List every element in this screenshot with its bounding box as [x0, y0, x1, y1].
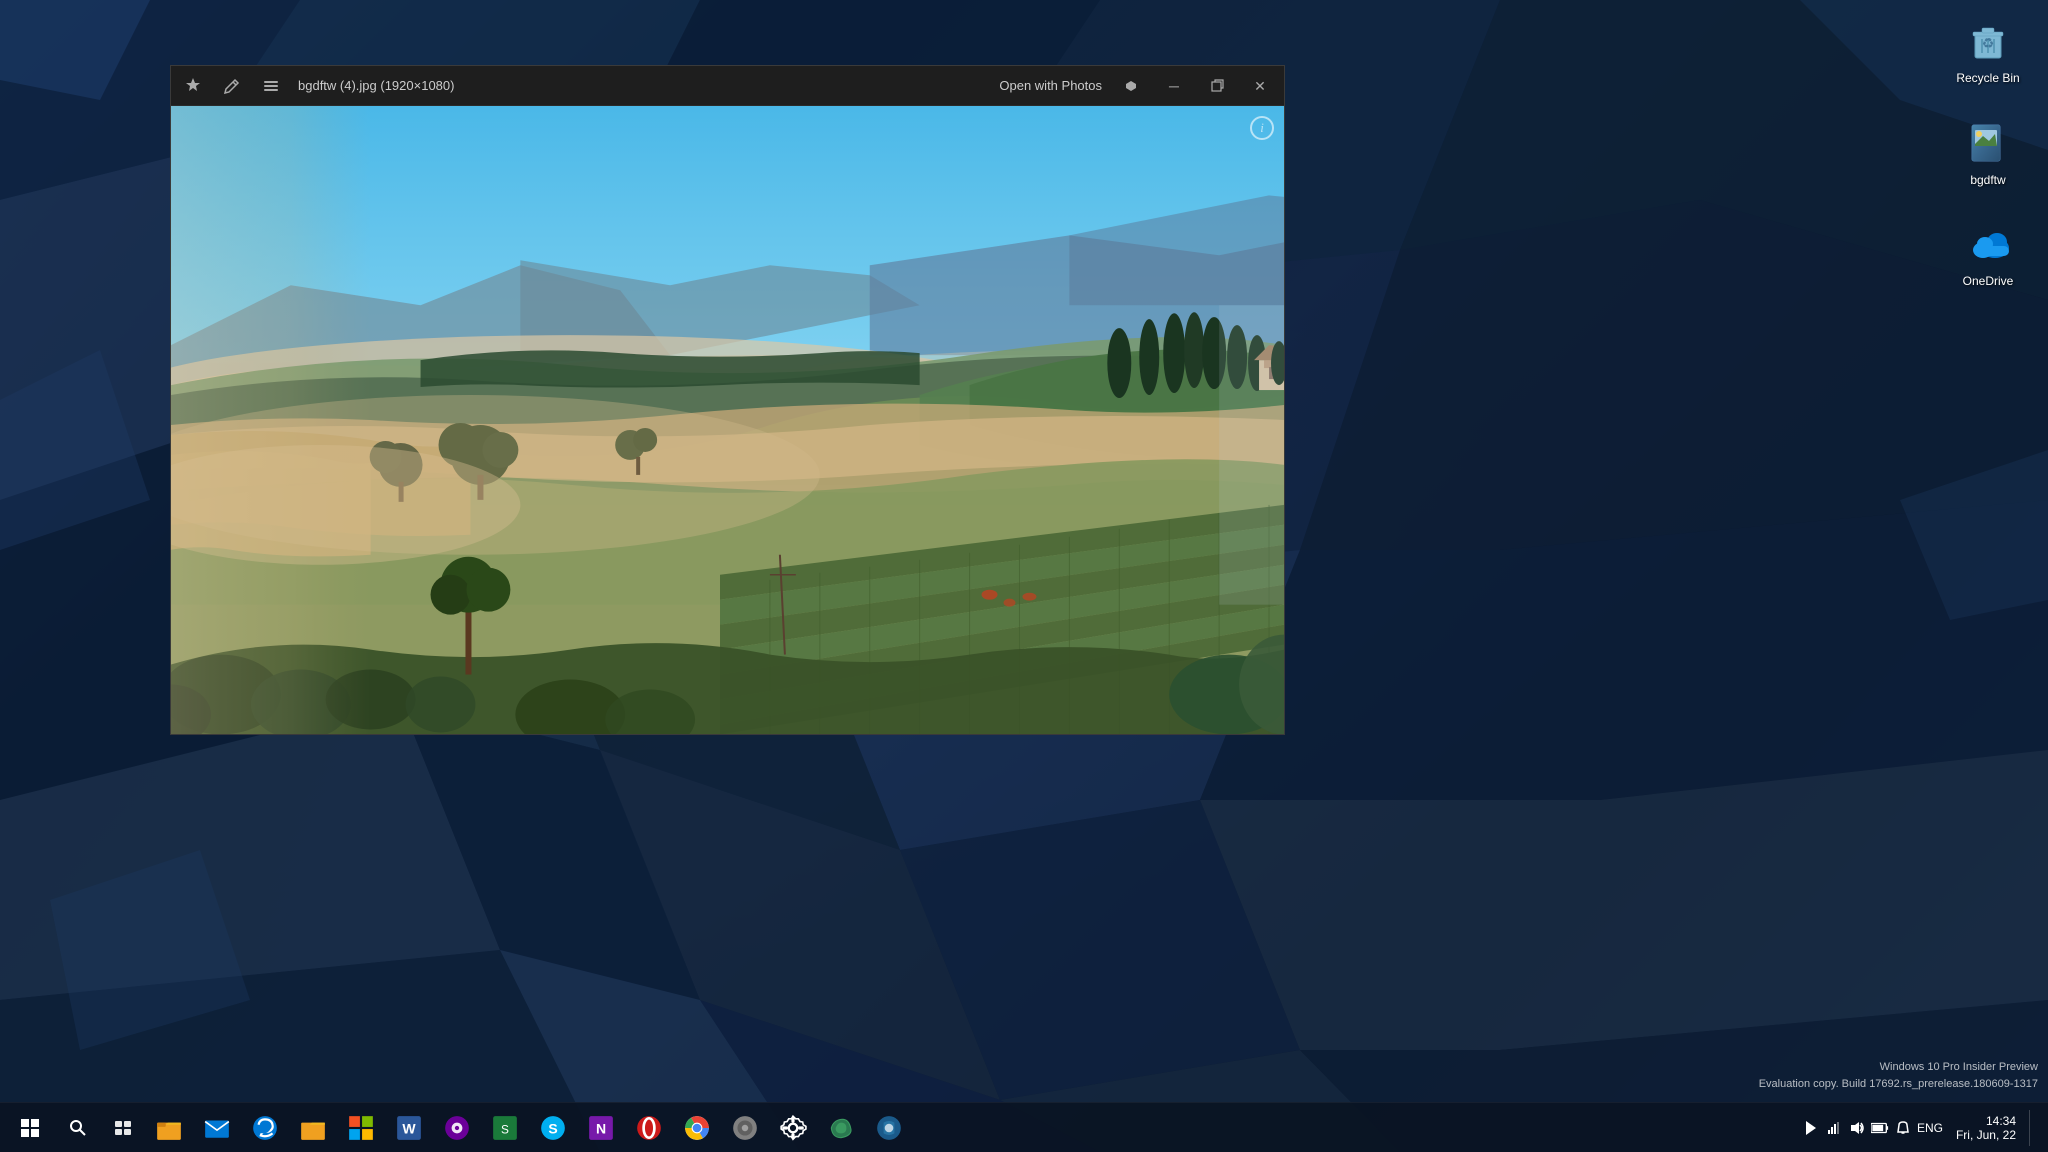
viewer-filename: bgdftw (4).jpg (1920×1080) — [298, 78, 454, 93]
taskbar-app-groove[interactable] — [433, 1103, 481, 1152]
taskbar-app-skype[interactable]: S — [529, 1103, 577, 1152]
taskbar-app-mail[interactable] — [193, 1103, 241, 1152]
volume-icon[interactable] — [1848, 1119, 1866, 1137]
show-desktop-button[interactable] — [2029, 1110, 2033, 1146]
taskbar-app-file-explorer-2[interactable] — [289, 1103, 337, 1152]
taskbar-app-store[interactable] — [337, 1103, 385, 1152]
taskbar-app-9[interactable] — [865, 1103, 913, 1152]
minimize-button[interactable]: ─ — [1160, 72, 1188, 100]
titlebar-left-controls: bgdftw (4).jpg (1920×1080) — [181, 74, 454, 98]
show-hidden-icons-button[interactable] — [1802, 1119, 1820, 1137]
taskbar-app-settings[interactable] — [769, 1103, 817, 1152]
recycle-bin-label: Recycle Bin — [1956, 71, 2019, 87]
maximize-window-button[interactable] — [1117, 72, 1145, 100]
taskbar-app-7[interactable] — [721, 1103, 769, 1152]
taskbar: W S S — [0, 1102, 2048, 1152]
photo-viewer-window: bgdftw (4).jpg (1920×1080) Open with Pho… — [170, 65, 1285, 735]
battery-icon[interactable] — [1871, 1119, 1889, 1137]
info-button[interactable]: i — [1250, 116, 1274, 140]
view-list-button[interactable] — [259, 74, 283, 98]
desktop-icons-area: ♻ Recycle Bin — [1928, 0, 2048, 305]
taskbar-app-file-explorer[interactable] — [145, 1103, 193, 1152]
onedrive-label: OneDrive — [1963, 274, 2014, 290]
taskbar-app-word[interactable]: W — [385, 1103, 433, 1152]
pin-button[interactable] — [181, 74, 205, 98]
taskbar-app-6[interactable]: S — [481, 1103, 529, 1152]
system-clock[interactable]: 14:34 Fri, Jun, 22 — [1948, 1114, 2024, 1142]
network-icon[interactable] — [1825, 1119, 1843, 1137]
taskbar-apps: W S S — [145, 1103, 913, 1152]
open-with-photos-link[interactable]: Open with Photos — [999, 78, 1102, 93]
svg-text:S: S — [501, 1122, 509, 1136]
svg-text:W: W — [402, 1120, 416, 1136]
desktop-icon-onedrive[interactable]: OneDrive — [1943, 213, 2033, 295]
taskbar-app-chrome[interactable] — [673, 1103, 721, 1152]
recycle-bin-icon: ♻ — [1962, 15, 2014, 67]
titlebar-right-controls: Open with Photos ─ ✕ — [999, 72, 1274, 100]
taskbar-app-edge[interactable] — [241, 1103, 289, 1152]
taskbar-app-8[interactable] — [817, 1103, 865, 1152]
desktop-icon-recycle-bin[interactable]: ♻ Recycle Bin — [1943, 10, 2033, 92]
taskbar-system-tray: ENG 14:34 Fri, Jun, 22 — [1802, 1110, 2043, 1146]
taskbar-app-opera[interactable] — [625, 1103, 673, 1152]
start-button[interactable] — [5, 1103, 55, 1152]
build-info-line1: Windows 10 Pro Insider Preview — [1759, 1059, 2038, 1076]
close-button[interactable]: ✕ — [1246, 72, 1274, 100]
onedrive-icon — [1962, 218, 2014, 270]
system-date: Fri, Jun, 22 — [1956, 1128, 2016, 1142]
taskbar-search-button[interactable] — [55, 1103, 100, 1152]
desktop-icon-bgdftw[interactable]: bgdftw — [1943, 112, 2033, 194]
svg-text:S: S — [548, 1120, 557, 1136]
taskbar-app-onenote[interactable]: N — [577, 1103, 625, 1152]
bgdftw-icon — [1962, 117, 2014, 169]
task-view-button[interactable] — [100, 1103, 145, 1152]
svg-text:N: N — [596, 1120, 606, 1136]
viewer-titlebar: bgdftw (4).jpg (1920×1080) Open with Pho… — [171, 66, 1284, 106]
desktop: ♻ Recycle Bin — [0, 0, 2048, 1152]
restore-button[interactable] — [1203, 72, 1231, 100]
language-indicator[interactable]: ENG — [1917, 1121, 1943, 1135]
viewer-image-area: i — [171, 106, 1284, 734]
edit-button[interactable] — [220, 74, 244, 98]
action-center-icon[interactable] — [1894, 1119, 1912, 1137]
system-time: 14:34 — [1986, 1114, 2016, 1128]
svg-text:♻: ♻ — [1982, 35, 1995, 51]
landscape-image — [171, 106, 1284, 734]
build-info: Windows 10 Pro Insider Preview Evaluatio… — [1759, 1059, 2038, 1092]
bgdftw-label: bgdftw — [1970, 173, 2005, 189]
build-info-line2: Evaluation copy. Build 17692.rs_prerelea… — [1759, 1076, 2038, 1093]
